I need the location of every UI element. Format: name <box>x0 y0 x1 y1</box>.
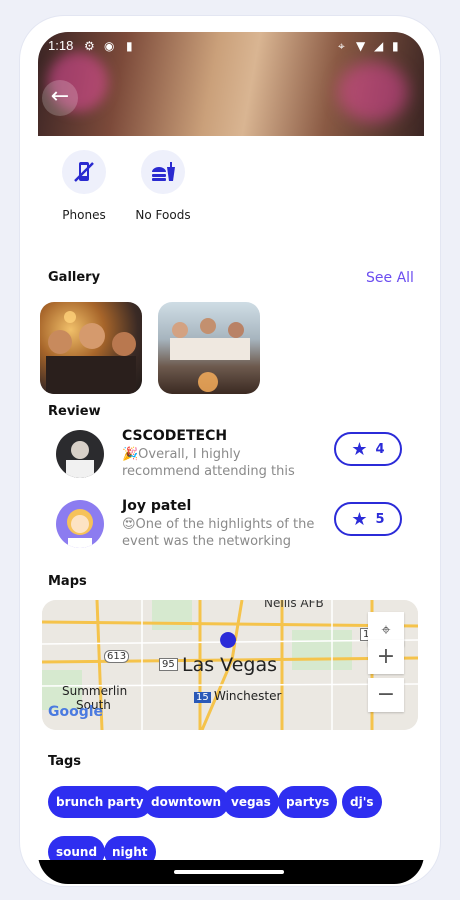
sd-card-icon: ▮ <box>126 39 133 53</box>
map-label-nellis: Nellis AFB <box>264 600 324 610</box>
status-bar: 1:18 ⚙ ◉ ▮ ⌖ ▼ ◢ ▮ <box>38 32 424 60</box>
reviewer-name: Joy patel <box>122 498 192 514</box>
rule-label: No Foods <box>135 208 191 222</box>
see-all-link[interactable]: See All <box>366 270 414 286</box>
avatar <box>56 500 104 548</box>
avatar <box>56 430 104 478</box>
plus-icon: + <box>376 644 396 669</box>
rating-badge[interactable]: ★ 4 <box>334 432 402 466</box>
tag-chip[interactable]: brunch party <box>48 786 152 818</box>
zoom-out-button[interactable]: − <box>368 678 404 712</box>
rating-value: 5 <box>375 511 385 527</box>
tag-chip[interactable]: vegas <box>223 786 279 818</box>
gallery-title: Gallery <box>48 270 101 285</box>
review-item: CSCODETECH 🎉Overall, I highly recommend … <box>56 428 416 484</box>
review-text: 🎉Overall, I highly recommend attending t… <box>122 447 295 479</box>
no-food-icon <box>141 150 185 194</box>
wifi-icon: ▼ <box>356 39 366 53</box>
tags-title: Tags <box>48 754 82 769</box>
event-details: Phones No Foods Gallery See All Review C… <box>38 136 424 884</box>
review-item: Joy patel 😍One of the highlights of the … <box>56 498 416 554</box>
rating-badge[interactable]: ★ 5 <box>334 502 402 536</box>
map-view[interactable]: Nellis AFB Las Vegas Summerlin South Win… <box>42 600 418 730</box>
phone-frame: 1:18 ⚙ ◉ ▮ ⌖ ▼ ◢ ▮ ← Phones No Foods Gal… <box>20 16 440 886</box>
map-label-summerlin: Summerlin <box>62 684 128 698</box>
tag-chip[interactable]: dj's <box>342 786 382 818</box>
home-indicator[interactable] <box>174 870 284 874</box>
maps-title: Maps <box>48 574 87 589</box>
tag-chip[interactable]: downtown <box>143 786 230 818</box>
route-shield-95: 95 <box>159 658 178 671</box>
signal-icon: ◢ <box>374 39 384 53</box>
no-phone-icon <box>62 150 106 194</box>
gesture-nav-bar <box>38 860 424 884</box>
review-text: 😍One of the highlights of the event was … <box>122 517 315 549</box>
location-icon: ⌖ <box>338 39 345 53</box>
review-title: Review <box>48 404 101 419</box>
star-icon: ★ <box>351 508 368 530</box>
battery-icon: ▮ <box>392 39 399 53</box>
zoom-in-button[interactable]: + <box>368 640 404 674</box>
rule-phones: Phones <box>54 150 114 222</box>
shield-icon: ◉ <box>104 39 115 53</box>
map-label-winchester: Winchester <box>214 689 282 703</box>
route-shield-15: 15 <box>194 692 211 703</box>
screen: 1:18 ⚙ ◉ ▮ ⌖ ▼ ◢ ▮ ← Phones No Foods Gal… <box>38 32 424 884</box>
gallery-image-1[interactable] <box>40 302 142 394</box>
status-time: 1:18 <box>48 38 74 53</box>
crosshair-icon: ⌖ <box>381 620 391 639</box>
rule-no-foods: No Foods <box>126 150 200 222</box>
settings-icon: ⚙ <box>84 39 95 53</box>
map-label-city: Las Vegas <box>182 654 277 676</box>
minus-icon: − <box>376 682 396 707</box>
arrow-left-icon: ← <box>50 84 70 109</box>
google-logo: Google <box>48 704 104 720</box>
star-icon: ★ <box>351 438 368 460</box>
reviewer-name: CSCODETECH <box>122 428 228 444</box>
route-shield-613: 613 <box>104 650 130 663</box>
rule-label: Phones <box>62 208 106 222</box>
tag-chip[interactable]: partys <box>278 786 338 818</box>
back-button[interactable]: ← <box>42 80 78 116</box>
gallery-image-2[interactable] <box>158 302 260 394</box>
rating-value: 4 <box>375 441 385 457</box>
